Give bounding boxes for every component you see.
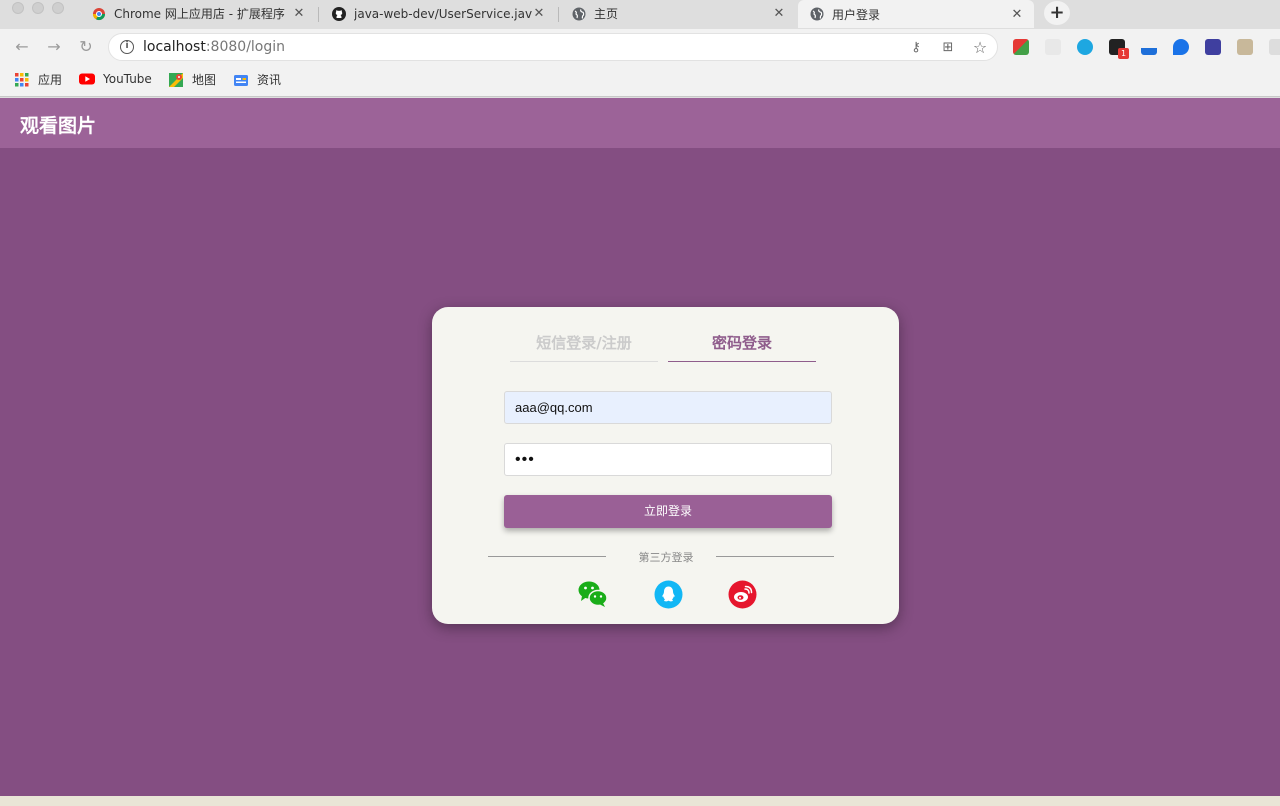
globe-icon <box>810 7 824 21</box>
extension-window-icon[interactable] <box>1205 39 1221 55</box>
forward-arrow-icon[interactable]: → <box>44 37 64 57</box>
apps-grid-icon <box>14 72 30 88</box>
address-bar[interactable]: i localhost:8080/login ⚷ ⊞ ☆ <box>108 33 998 61</box>
weibo-login-button[interactable] <box>727 580 757 613</box>
new-tab-button[interactable]: + <box>1044 1 1070 25</box>
bookmark-label: YouTube <box>103 72 152 86</box>
password-field[interactable]: ••• <box>504 443 832 476</box>
extension-code-icon[interactable] <box>1077 39 1093 55</box>
bookmark-star-icon[interactable]: ☆ <box>971 39 989 57</box>
site-info-icon[interactable]: i <box>120 40 134 54</box>
window-zoom-button[interactable] <box>52 2 64 14</box>
browser-tab-webstore[interactable]: Chrome 网上应用店 - 扩展程序 ✕ <box>80 0 316 27</box>
browser-tab-strip: Chrome 网上应用店 - 扩展程序 ✕ java-web-dev/UserS… <box>0 0 1280 30</box>
tab-close-icon[interactable]: ✕ <box>532 6 546 21</box>
tab-title: 用户登录 <box>832 7 881 22</box>
bookmark-news[interactable]: 资讯 <box>233 71 281 88</box>
page-body: 观看图片 短信登录/注册 密码登录 aaa@qq.com ••• 立即登录 第三… <box>0 98 1280 796</box>
extension-broom-icon[interactable] <box>1141 39 1157 55</box>
globe-icon <box>572 7 586 21</box>
bookmark-apps[interactable]: 应用 <box>14 71 62 88</box>
third-party-login-label: 第三方登录 <box>638 551 694 564</box>
tab-close-icon[interactable]: ✕ <box>292 6 306 21</box>
key-icon[interactable]: ⚷ <box>907 39 925 57</box>
bookmark-label: 资讯 <box>257 73 282 87</box>
qq-icon <box>654 580 683 613</box>
qq-login-button[interactable] <box>653 580 683 613</box>
extension-badge-count: 1 <box>1118 48 1129 59</box>
tab-title: 主页 <box>594 7 619 21</box>
extension-color-icon[interactable] <box>1013 39 1029 55</box>
divider-right <box>716 556 834 557</box>
tab-sms-login[interactable]: 短信登录/注册 <box>510 332 658 362</box>
youtube-icon <box>79 71 95 87</box>
window-minimize-button[interactable] <box>32 2 44 14</box>
login-card: 短信登录/注册 密码登录 aaa@qq.com ••• 立即登录 第三方登录 <box>432 307 899 624</box>
email-field[interactable]: aaa@qq.com <box>504 391 832 424</box>
tab-close-icon[interactable]: ✕ <box>1010 7 1024 22</box>
extension-vpn-icon[interactable] <box>1173 39 1189 55</box>
window-close-button[interactable] <box>12 2 24 14</box>
browser-tab-github[interactable]: java-web-dev/UserService.java ✕ <box>320 0 556 27</box>
wechat-login-button[interactable] <box>578 581 608 611</box>
tab-title: java-web-dev/UserService.java <box>354 6 532 21</box>
extension-tree-icon[interactable] <box>1045 39 1061 55</box>
wechat-icon <box>578 580 608 612</box>
reload-icon[interactable]: ↻ <box>76 37 96 57</box>
bookmark-youtube[interactable]: YouTube <box>79 71 152 87</box>
login-tabs: 短信登录/注册 密码登录 <box>510 332 816 362</box>
chrome-webstore-icon <box>92 7 106 21</box>
site-header: 观看图片 <box>0 98 1280 148</box>
extension-badge-icon[interactable]: 1 <box>1109 39 1129 59</box>
translate-icon[interactable]: ⊞ <box>939 39 957 57</box>
bookmarks-bar: 应用 YouTube 地图 资讯 <box>0 64 1280 97</box>
tab-title: Chrome 网上应用店 - 扩展程序 <box>114 7 285 21</box>
extension-more-icon[interactable] <box>1269 39 1280 55</box>
extension-image-icon[interactable] <box>1237 39 1253 55</box>
browser-toolbar: ← → ↻ i localhost:8080/login ⚷ ⊞ ☆ 1 <box>0 29 1280 64</box>
tab-close-icon[interactable]: ✕ <box>772 6 786 21</box>
url-text[interactable]: localhost:8080/login <box>143 39 285 55</box>
bottom-strip <box>0 796 1280 806</box>
divider-left <box>488 556 606 557</box>
weibo-icon <box>728 580 757 613</box>
browser-tab-login[interactable]: 用户登录 ✕ <box>798 0 1034 28</box>
site-brand[interactable]: 观看图片 <box>20 111 96 138</box>
browser-tab-home[interactable]: 主页 ✕ <box>560 0 796 27</box>
maps-icon <box>168 72 184 88</box>
back-arrow-icon[interactable]: ← <box>12 37 32 57</box>
bookmark-label: 应用 <box>38 73 63 87</box>
login-submit-button[interactable]: 立即登录 <box>504 495 832 528</box>
tab-password-login[interactable]: 密码登录 <box>668 332 816 362</box>
bookmark-label: 地图 <box>192 73 217 87</box>
news-icon <box>233 72 249 88</box>
github-icon <box>332 6 346 21</box>
bookmark-maps[interactable]: 地图 <box>168 71 216 88</box>
